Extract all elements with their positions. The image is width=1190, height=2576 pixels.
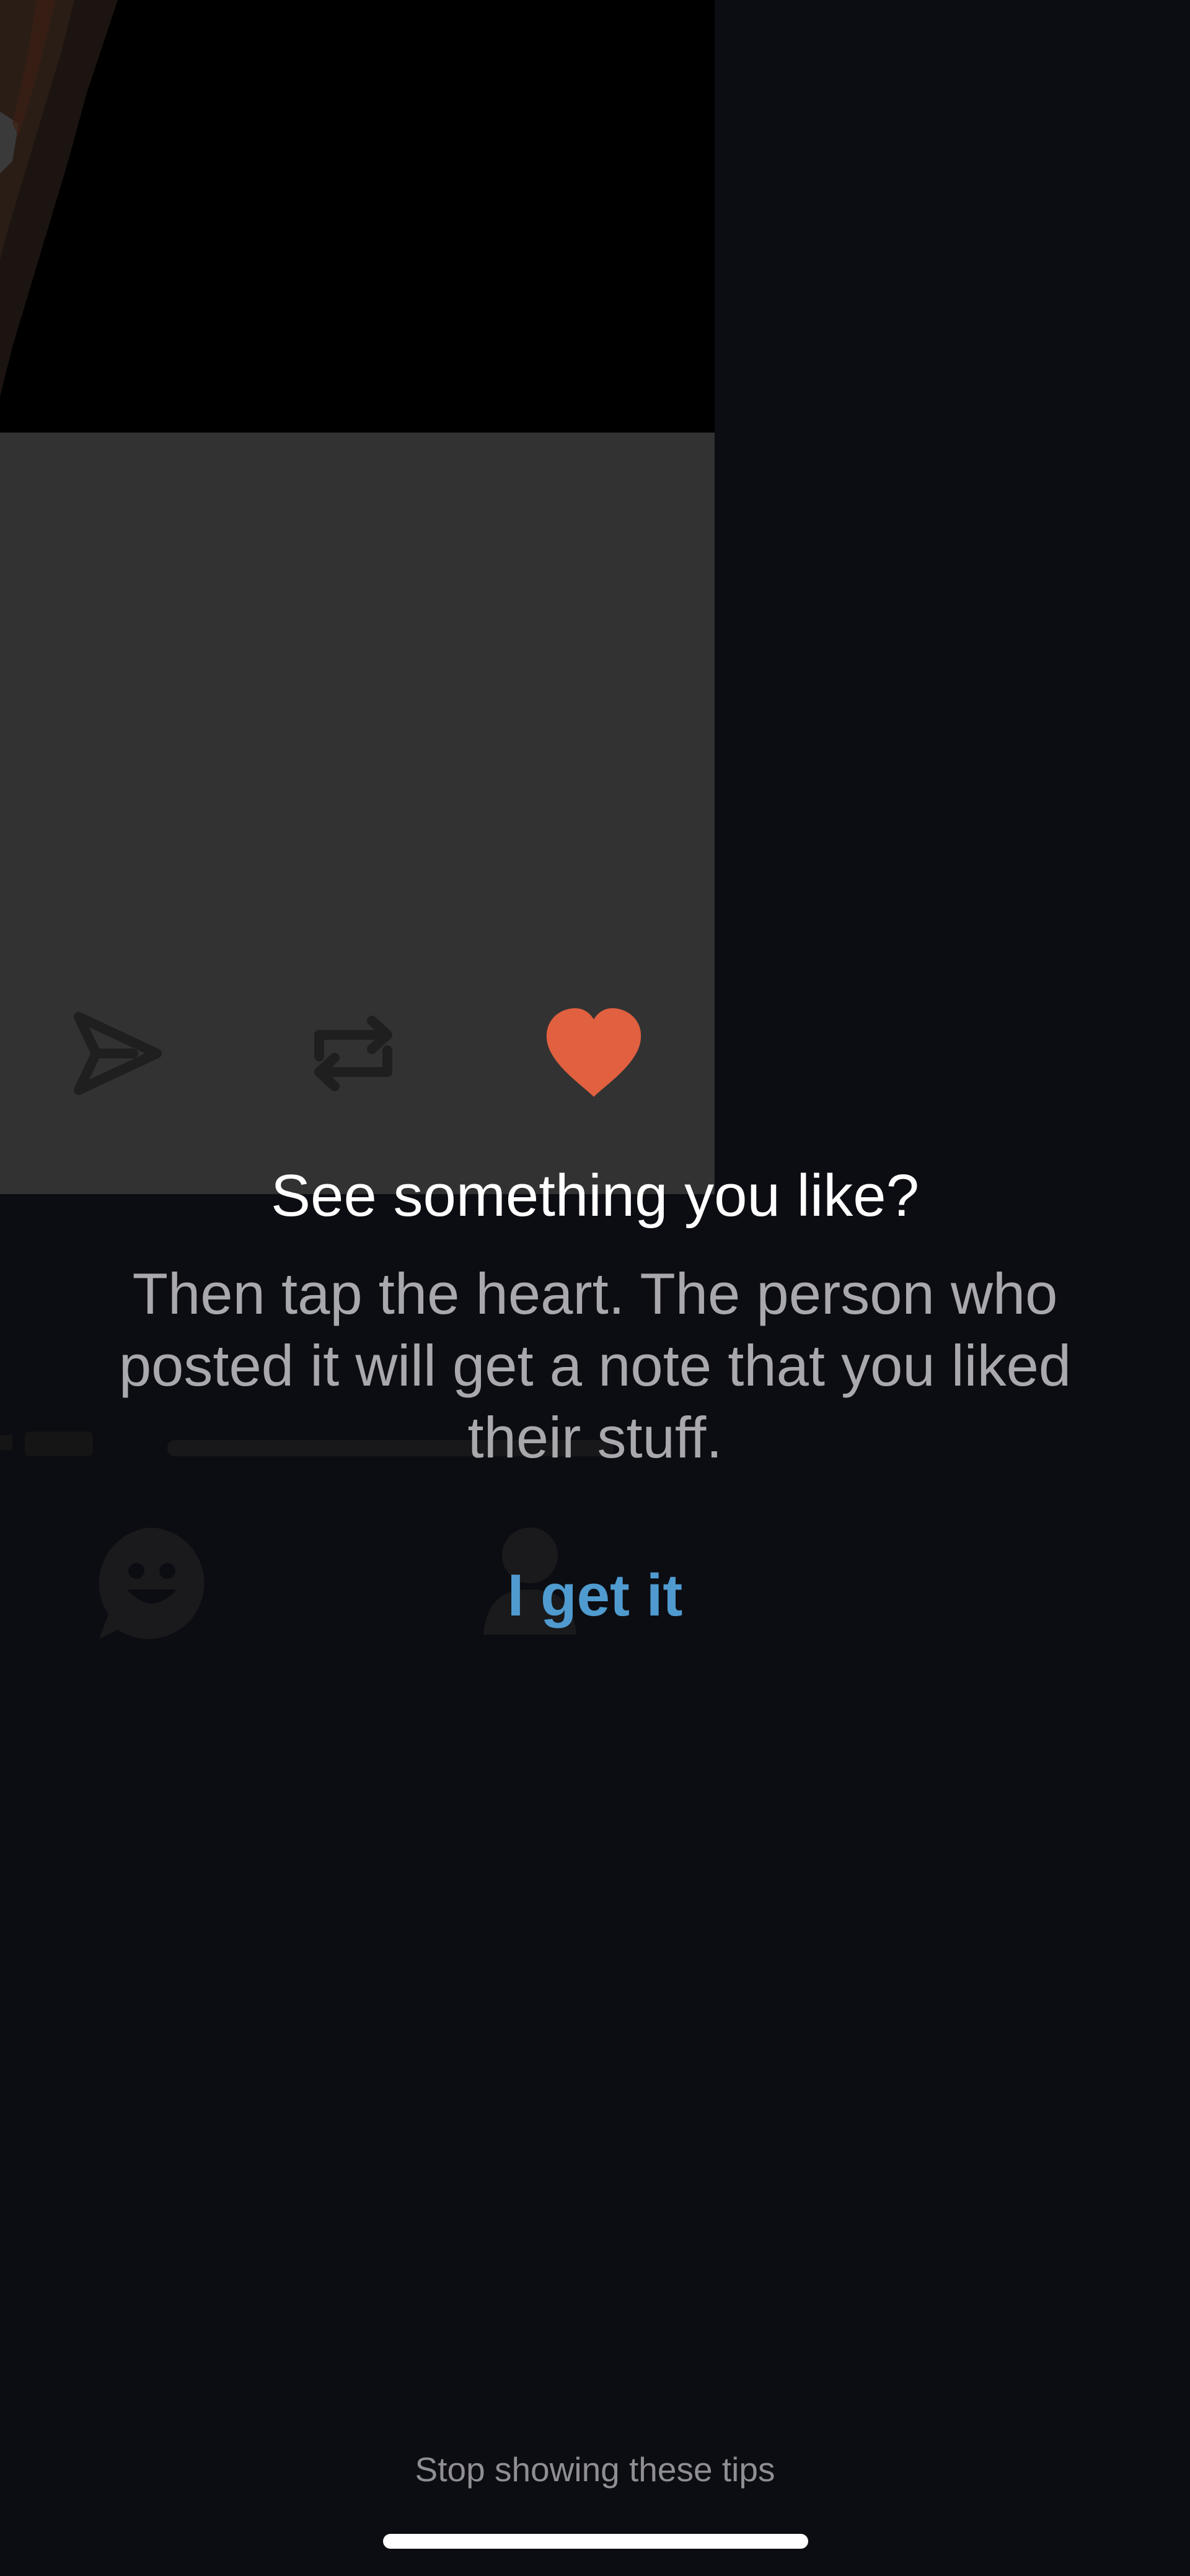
- screen: See something you like? Then tap the hea…: [0, 0, 1190, 2576]
- tip-body: Then tap the heart. The person who poste…: [118, 1261, 1072, 1470]
- emoji-icon: [93, 1524, 211, 1642]
- home-indicator[interactable]: [383, 2534, 808, 2549]
- reblog-icon[interactable]: [307, 1007, 400, 1100]
- i-get-it-button[interactable]: I get it: [409, 1549, 781, 1642]
- heart-icon[interactable]: [544, 1007, 643, 1099]
- post-card: [0, 0, 715, 1194]
- stop-showing-tips-button[interactable]: Stop showing these tips: [285, 2442, 905, 2497]
- send-icon[interactable]: [71, 1007, 164, 1100]
- tip-title: See something you like?: [271, 1163, 919, 1229]
- post-image: [0, 0, 715, 433]
